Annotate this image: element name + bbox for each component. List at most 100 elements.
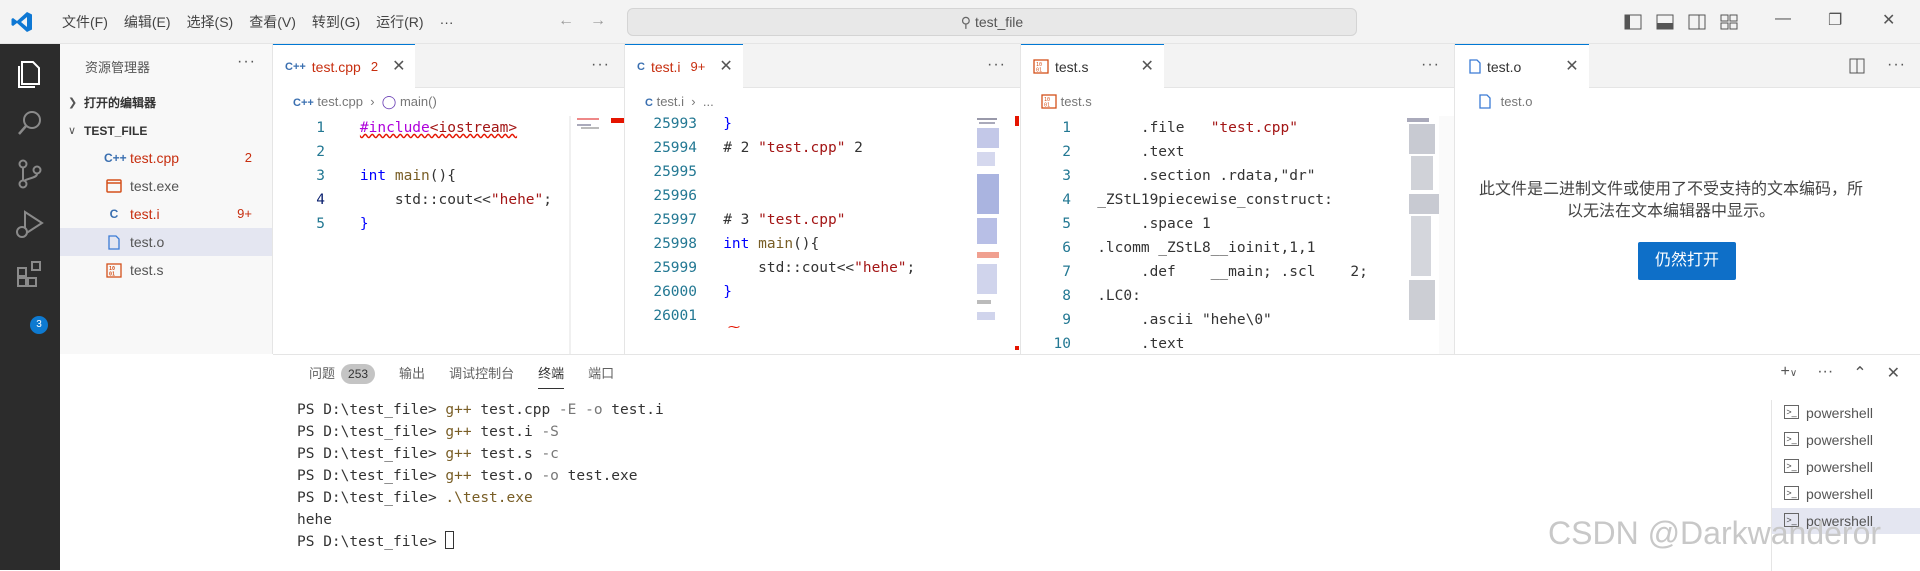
watermark: CSDN @Darkwanderor	[1548, 515, 1882, 551]
tab-debug-console[interactable]: 调试控制台	[437, 355, 526, 393]
editor-group-s: 10 01 test.s ✕ ··· 10 01 test.s 1 .file "t…	[1021, 44, 1455, 354]
split-editor-icon[interactable]	[1849, 58, 1865, 74]
restore-icon[interactable]: ❐	[1828, 10, 1842, 30]
tab-test-i[interactable]: C test.i 9+ ✕	[625, 44, 743, 88]
close-panel-icon[interactable]: ✕	[1887, 363, 1900, 383]
run-debug-icon[interactable]	[12, 206, 48, 242]
line-number: 25993	[653, 116, 697, 132]
tab-test-cpp[interactable]: C++ test.cpp 2 ✕	[273, 44, 416, 89]
code-area[interactable]: 25993 } 25994 # 2 "test.cpp" 2 25995 259…	[625, 112, 915, 328]
breadcrumb-file[interactable]: test.i	[657, 94, 684, 109]
open-anyway-button[interactable]: 仍然打开	[1638, 242, 1736, 280]
vertical-scrollbar[interactable]	[1439, 116, 1454, 354]
code-area[interactable]: 1 #include<iostream> 2 3 int main(){ 4 s…	[273, 116, 552, 236]
terminal-list-item[interactable]: >_ powershell	[1772, 481, 1920, 507]
terminal-line: PS D:\test_file> .\test.exe	[297, 490, 533, 506]
tab-label: test.cpp	[311, 58, 361, 75]
explorer-icon[interactable]	[12, 56, 48, 92]
terminal-line: PS D:\test_file> g++ test.i -S	[297, 424, 559, 440]
more-actions-icon[interactable]: ···	[1887, 56, 1906, 74]
terminal-icon: >_	[1784, 405, 1799, 419]
svg-text:01: 01	[1036, 68, 1042, 74]
search-view-icon[interactable]	[12, 106, 48, 142]
maximize-panel-icon[interactable]: ⌃	[1853, 363, 1866, 383]
line-number: 3	[1062, 168, 1071, 184]
line-number: 6	[1062, 240, 1071, 256]
terminal-list-item[interactable]: >_ powershell	[1772, 427, 1920, 453]
minimize-icon[interactable]: —	[1775, 10, 1791, 28]
asm-file-icon: 1001	[104, 256, 124, 288]
file-name: test.cpp	[130, 150, 180, 166]
more-actions-icon[interactable]: ···	[987, 56, 1006, 74]
more-actions-icon[interactable]: ···	[1817, 363, 1833, 383]
back-arrow-icon[interactable]: ←	[558, 12, 574, 30]
toggle-panel-icon[interactable]	[1656, 14, 1674, 30]
file-item[interactable]: C++ test.cpp 2	[60, 144, 272, 172]
generic-file-icon	[1479, 94, 1491, 109]
open-editors-section[interactable]: ❯ 打开的编辑器	[60, 92, 273, 114]
problems-count-badge: 253	[341, 364, 376, 384]
line-number: 4	[1062, 192, 1071, 208]
terminal-list-item[interactable]: >_ powershell	[1772, 400, 1920, 426]
breadcrumb-more[interactable]: ...	[703, 94, 714, 109]
line-number: 25999	[653, 260, 697, 276]
tab-test-o[interactable]: test.o ✕	[1455, 44, 1589, 88]
file-item[interactable]: 10 01 test.s	[60, 256, 272, 284]
file-item[interactable]: test.o	[60, 228, 272, 256]
folder-section[interactable]: ∨ TEST_FILE	[60, 120, 273, 142]
vertical-scrollbar[interactable]	[611, 116, 624, 354]
menu-run[interactable]: 运行(R)	[368, 8, 431, 36]
breadcrumb-file[interactable]: test.o	[1501, 94, 1533, 109]
cpp-file-icon: C++	[293, 97, 314, 109]
search-icon: ⚲	[960, 14, 972, 30]
command-center-search[interactable]: ⚲ test_file	[627, 8, 1357, 36]
chevron-right-icon: ❯	[68, 97, 78, 109]
tab-test-s[interactable]: 10 01 test.s ✕	[1021, 44, 1164, 88]
menu-selection[interactable]: 选择(S)	[179, 8, 242, 36]
menu-edit[interactable]: 编辑(E)	[116, 8, 179, 36]
file-name: test.i	[130, 206, 160, 222]
line-number: 7	[1062, 264, 1071, 280]
tab-problems[interactable]: 问题 253	[297, 355, 387, 393]
file-item[interactable]: C test.i 9+	[60, 200, 272, 228]
terminal-list-item[interactable]: >_ powershell	[1772, 454, 1920, 480]
vscode-logo-icon[interactable]	[10, 10, 34, 34]
vertical-scrollbar[interactable]	[1005, 116, 1019, 354]
close-icon[interactable]: ✕	[392, 45, 405, 89]
terminal-prompt-line[interactable]: PS D:\test_file>	[297, 531, 664, 553]
menu-go[interactable]: 转到(G)	[304, 8, 368, 36]
more-actions-icon[interactable]: ···	[1421, 56, 1440, 74]
menu-more[interactable]: ···	[432, 8, 462, 36]
menu-file[interactable]: 文件(F)	[54, 8, 116, 36]
code-area[interactable]: 1 .file "test.cpp" 2 .text 3 .section .r…	[1021, 116, 1368, 354]
minimap[interactable]	[577, 116, 615, 354]
new-terminal-icon[interactable]: +∨	[1781, 363, 1798, 383]
tab-label: test.s	[1055, 58, 1089, 75]
more-actions-icon[interactable]: ···	[591, 56, 610, 74]
close-icon[interactable]: ✕	[1565, 45, 1578, 89]
close-icon[interactable]: ✕	[1140, 45, 1153, 89]
chevron-right-icon: ›	[366, 94, 379, 109]
more-actions-icon[interactable]: ···	[237, 53, 256, 71]
breadcrumb-symbol[interactable]: main()	[400, 94, 437, 109]
menu-view[interactable]: 查看(V)	[241, 8, 304, 36]
error-squiggle: ⁓	[728, 320, 740, 334]
customize-layout-icon[interactable]	[1720, 14, 1738, 30]
terminal-output[interactable]: PS D:\test_file> g++ test.cpp -E -o test…	[297, 399, 664, 553]
editor-group-o: test.o ✕ ··· test.o 此文件是二进制文件或使用了不受支持的文本…	[1455, 44, 1920, 354]
tab-terminal[interactable]: 终端	[526, 355, 576, 393]
folder-label: TEST_FILE	[84, 124, 148, 138]
extensions-icon[interactable]	[12, 256, 48, 292]
line-number: 9	[1062, 312, 1071, 328]
toggle-sidebar-icon[interactable]	[1624, 14, 1642, 30]
forward-arrow-icon[interactable]: →	[590, 12, 606, 30]
source-control-icon[interactable]	[12, 156, 48, 192]
breadcrumb-file[interactable]: test.cpp	[317, 94, 363, 109]
toggle-secondary-sidebar-icon[interactable]	[1688, 14, 1706, 30]
file-item[interactable]: test.exe	[60, 172, 272, 200]
close-window-icon[interactable]: ✕	[1882, 10, 1895, 30]
tab-ports[interactable]: 端口	[576, 355, 626, 393]
tab-output[interactable]: 输出	[387, 355, 437, 393]
close-icon[interactable]: ✕	[719, 45, 732, 89]
breadcrumb-file[interactable]: test.s	[1061, 94, 1092, 109]
